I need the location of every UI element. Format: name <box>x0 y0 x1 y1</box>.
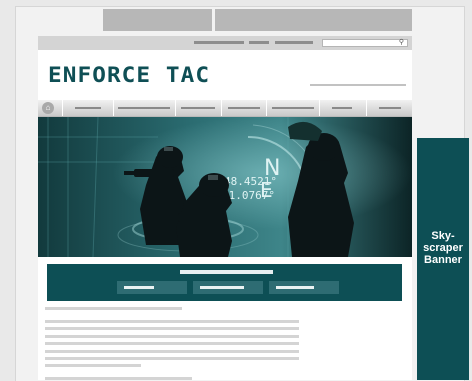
nav-item[interactable] <box>62 100 113 116</box>
nav-item[interactable] <box>113 100 175 116</box>
promo-banner <box>47 264 402 301</box>
promo-title <box>180 270 273 274</box>
top-banner-ad-left[interactable] <box>103 9 212 31</box>
promo-button[interactable] <box>117 281 187 294</box>
utility-bar: ⚲ <box>38 36 412 50</box>
nav-item[interactable] <box>366 100 412 116</box>
top-banner-ad-right[interactable] <box>215 9 412 31</box>
nav-item[interactable] <box>221 100 266 116</box>
header-placeholder-line <box>310 84 406 86</box>
content-text-line <box>45 320 299 323</box>
utility-link[interactable] <box>249 41 269 44</box>
site-logo[interactable]: ENFORCE TAC <box>48 63 210 87</box>
promo-button[interactable] <box>193 281 263 294</box>
skyscraper-label: Sky- scraper Banner <box>423 230 463 266</box>
hero-compass-e: E <box>260 178 273 202</box>
content-text-line <box>45 357 299 360</box>
website-page: ⚲ ENFORCE TAC ⌂ 48.4521° 11.0767° N E <box>38 36 412 380</box>
content-text-line <box>45 327 299 330</box>
content-text-line <box>45 335 299 338</box>
utility-link[interactable] <box>275 41 313 44</box>
hero-tactical-illustration: 48.4521° 11.0767° N E <box>38 117 412 257</box>
promo-button[interactable] <box>269 281 339 294</box>
hero-image[interactable]: 48.4521° 11.0767° N E <box>38 117 412 257</box>
content-heading <box>45 307 182 310</box>
home-icon[interactable]: ⌂ <box>42 102 54 114</box>
search-icon[interactable]: ⚲ <box>399 38 404 48</box>
skyscraper-banner-ad[interactable]: Sky- scraper Banner <box>417 138 469 380</box>
main-navigation: ⌂ <box>38 100 412 117</box>
nav-item[interactable] <box>319 100 366 116</box>
nav-item[interactable] <box>266 100 319 116</box>
content-text-line <box>45 364 141 367</box>
search-input[interactable]: ⚲ <box>322 39 408 47</box>
nav-item[interactable] <box>175 100 221 116</box>
content-text-line <box>45 350 299 353</box>
utility-link[interactable] <box>194 41 244 44</box>
content-text-line <box>45 342 299 345</box>
